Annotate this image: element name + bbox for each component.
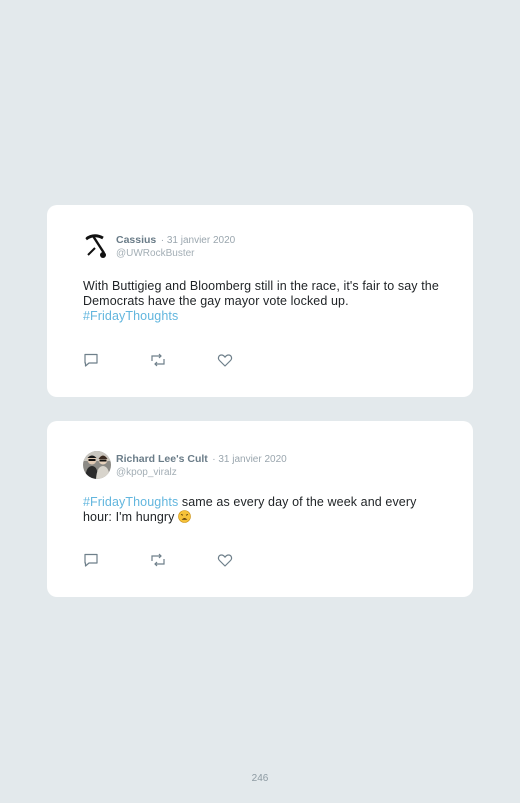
author-meta: Richard Lee's Cult · 31 janvier 2020 @kp… [116,451,287,479]
like-button[interactable] [217,352,233,368]
author-handle[interactable]: @kpop_viralz [116,466,287,479]
tweet-card: Richard Lee's Cult · 31 janvier 2020 @kp… [47,421,473,597]
avatar[interactable] [83,232,111,260]
page-number: 246 [251,773,269,784]
retweet-button[interactable] [150,352,166,368]
author-handle[interactable]: @UWRockBuster [116,247,235,260]
reply-icon [84,353,98,367]
author-meta: Cassius · 31 janvier 2020 @UWRockBuster [116,232,235,260]
tweet-text-segment: With Buttigieg and Bloomberg still in th… [83,279,439,308]
reply-button[interactable] [83,552,99,568]
retweet-icon [151,353,165,367]
group-photo-icon [83,451,111,479]
like-icon [217,554,233,567]
tweet-actions [83,352,284,368]
tweet-text: With Buttigieg and Bloomberg still in th… [83,279,443,324]
author-name[interactable]: Cassius [116,234,156,246]
retweet-button[interactable] [150,552,166,568]
reply-icon [84,553,98,567]
like-button[interactable] [217,552,233,568]
tweet-header: Richard Lee's Cult · 31 janvier 2020 @kp… [83,451,287,479]
like-icon [217,354,233,367]
tweet-date: · 31 janvier 2020 [212,454,287,465]
hashtag-link[interactable]: #FridayThoughts [83,309,178,323]
tweet-header: Cassius · 31 janvier 2020 @UWRockBuster [83,232,235,260]
retweet-icon [151,553,165,567]
tweet-date: · 31 janvier 2020 [160,235,236,246]
author-name[interactable]: Richard Lee's Cult [116,453,208,465]
reply-button[interactable] [83,352,99,368]
avatar[interactable] [83,451,111,479]
tweet-actions [83,552,284,568]
hashtag-link[interactable]: #FridayThoughts [83,495,178,509]
pickaxe-icon [83,232,111,260]
tweet-text: #FridayThoughts same as every day of the… [83,495,443,527]
tweet-card: Cassius · 31 janvier 2020 @UWRockBuster … [47,205,473,397]
weary-face-icon [178,510,191,527]
